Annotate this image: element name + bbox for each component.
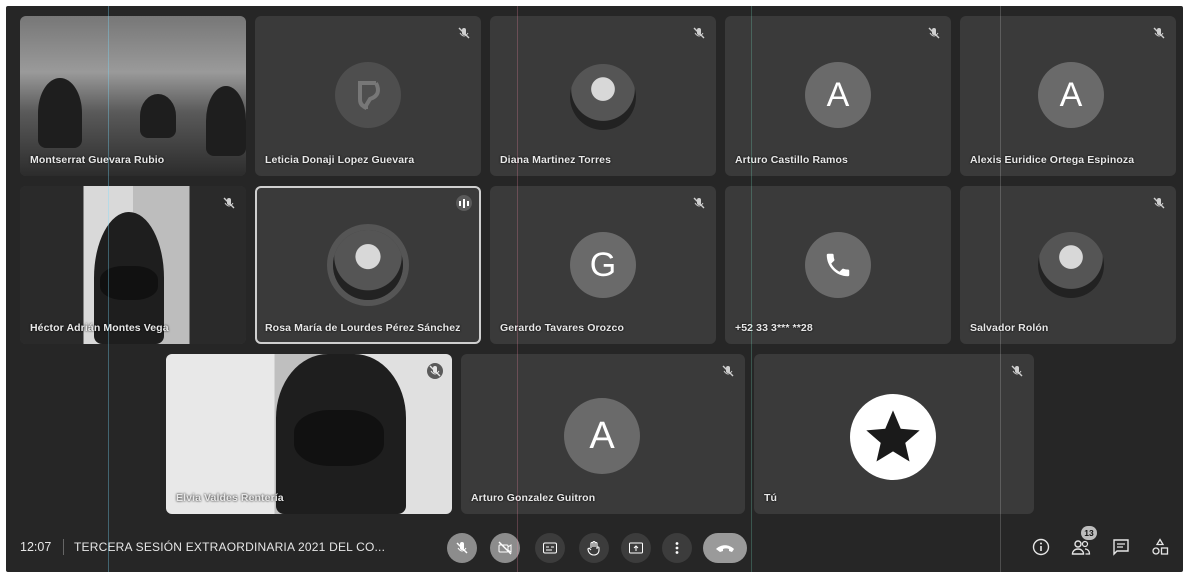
phone-icon (826, 253, 850, 277)
mic-off-icon (1153, 197, 1165, 209)
meeting-details-button[interactable] (1029, 535, 1053, 559)
video-face-mask (294, 410, 384, 466)
activities-button[interactable] (1148, 535, 1172, 559)
participant-avatar-initial: A (1038, 62, 1104, 128)
meeting-toolbar: 12:07 TERCERA SESIÓN EXTRAORDINARIA 2021… (6, 520, 1183, 572)
mic-off-icon (928, 27, 940, 39)
mic-off-icon (427, 363, 443, 379)
participant-logo-avatar (335, 62, 401, 128)
participant-name: Gerardo Tavares Orozco (500, 322, 624, 334)
hang-up-icon (716, 545, 734, 552)
mic-off-icon (223, 197, 235, 209)
participant-tile[interactable]: A Arturo Gonzalez Guitron (461, 354, 745, 514)
camera-off-icon (498, 541, 512, 555)
participant-avatar-phone (805, 232, 871, 298)
participant-avatar-photo (570, 64, 636, 130)
participant-name: Arturo Gonzalez Guitron (471, 492, 596, 504)
participant-tile[interactable]: Leticia Donaji Lopez Guevara (255, 16, 481, 176)
star-icon (866, 410, 920, 462)
speaking-indicator-icon (456, 195, 472, 211)
camera-toggle-button[interactable] (490, 533, 520, 563)
video-person (206, 86, 246, 156)
participant-name: Tú (764, 492, 778, 504)
present-screen-button[interactable] (621, 533, 651, 563)
mic-off-icon (456, 542, 468, 554)
scan-artifact-line (751, 6, 752, 572)
participant-tile[interactable]: Héctor Adrián Montes Vega (20, 186, 246, 344)
participant-tile[interactable]: Salvador Rolón (960, 186, 1176, 344)
captions-button[interactable] (535, 533, 565, 563)
participant-avatar-photo (333, 230, 403, 300)
mic-off-icon (1153, 27, 1165, 39)
mic-off-icon (722, 365, 734, 377)
scan-artifact-line (1000, 6, 1001, 572)
mic-off-icon (458, 27, 470, 39)
logo-icon (358, 81, 380, 111)
participant-name: Montserrat Guevara Rubio (30, 154, 165, 166)
participant-tile[interactable]: Montserrat Guevara Rubio (20, 16, 246, 176)
mic-toggle-button[interactable] (447, 533, 477, 563)
participant-tile-speaking[interactable]: Rosa María de Lourdes Pérez Sánchez (255, 186, 481, 344)
chat-icon (1113, 539, 1129, 556)
participant-name: +52 33 3*** **28 (735, 322, 813, 334)
more-vert-icon (675, 542, 679, 554)
participant-avatar-initial: A (564, 398, 640, 474)
people-count-badge: 13 (1081, 526, 1097, 540)
participant-name: Alexis Euridice Ortega Espinoza (970, 154, 1135, 166)
participant-name: Héctor Adrián Montes Vega (30, 322, 169, 334)
captions-icon (543, 542, 557, 554)
video-person (140, 94, 176, 138)
participant-avatar-initial: A (805, 62, 871, 128)
scan-artifact-line (108, 6, 109, 572)
participant-name: Leticia Donaji Lopez Guevara (265, 154, 415, 166)
chat-button[interactable] (1109, 535, 1133, 559)
participant-tile[interactable]: A Alexis Euridice Ortega Espinoza (960, 16, 1176, 176)
meeting-title: TERCERA SESIÓN EXTRAORDINARIA 2021 DEL C… (74, 540, 386, 554)
people-icon (1071, 540, 1091, 555)
participant-name: Rosa María de Lourdes Pérez Sánchez (265, 322, 461, 334)
participant-name: Salvador Rolón (970, 322, 1049, 334)
participant-tile[interactable]: +52 33 3*** **28 (725, 186, 951, 344)
info-icon (1032, 538, 1050, 556)
participant-avatar-self (850, 394, 936, 480)
participant-tile-self[interactable]: Tú (754, 354, 1034, 514)
raise-hand-icon (587, 540, 600, 556)
participant-name: Elvia Valdes Rentería (176, 492, 284, 504)
participant-tile[interactable]: A Arturo Castillo Ramos (725, 16, 951, 176)
participant-tile[interactable]: Elvia Valdes Rentería (166, 354, 452, 514)
mic-off-icon (693, 27, 705, 39)
toolbar-divider (63, 539, 64, 555)
activities-icon (1152, 538, 1169, 555)
mic-off-icon (693, 197, 705, 209)
scan-artifact-line (517, 6, 518, 572)
participant-avatar-initial: G (570, 232, 636, 298)
participant-tile[interactable]: Diana Martinez Torres (490, 16, 716, 176)
participant-avatar-photo (1038, 232, 1104, 298)
meet-window: Montserrat Guevara Rubio Leticia Donaji … (6, 6, 1183, 572)
leave-call-button[interactable] (703, 533, 747, 563)
present-screen-icon (629, 542, 643, 554)
raise-hand-button[interactable] (579, 533, 609, 563)
mic-off-icon (1011, 365, 1023, 377)
more-options-button[interactable] (662, 533, 692, 563)
participant-tile[interactable]: G Gerardo Tavares Orozco (490, 186, 716, 344)
meeting-clock: 12:07 (20, 540, 52, 554)
video-person (38, 78, 82, 148)
